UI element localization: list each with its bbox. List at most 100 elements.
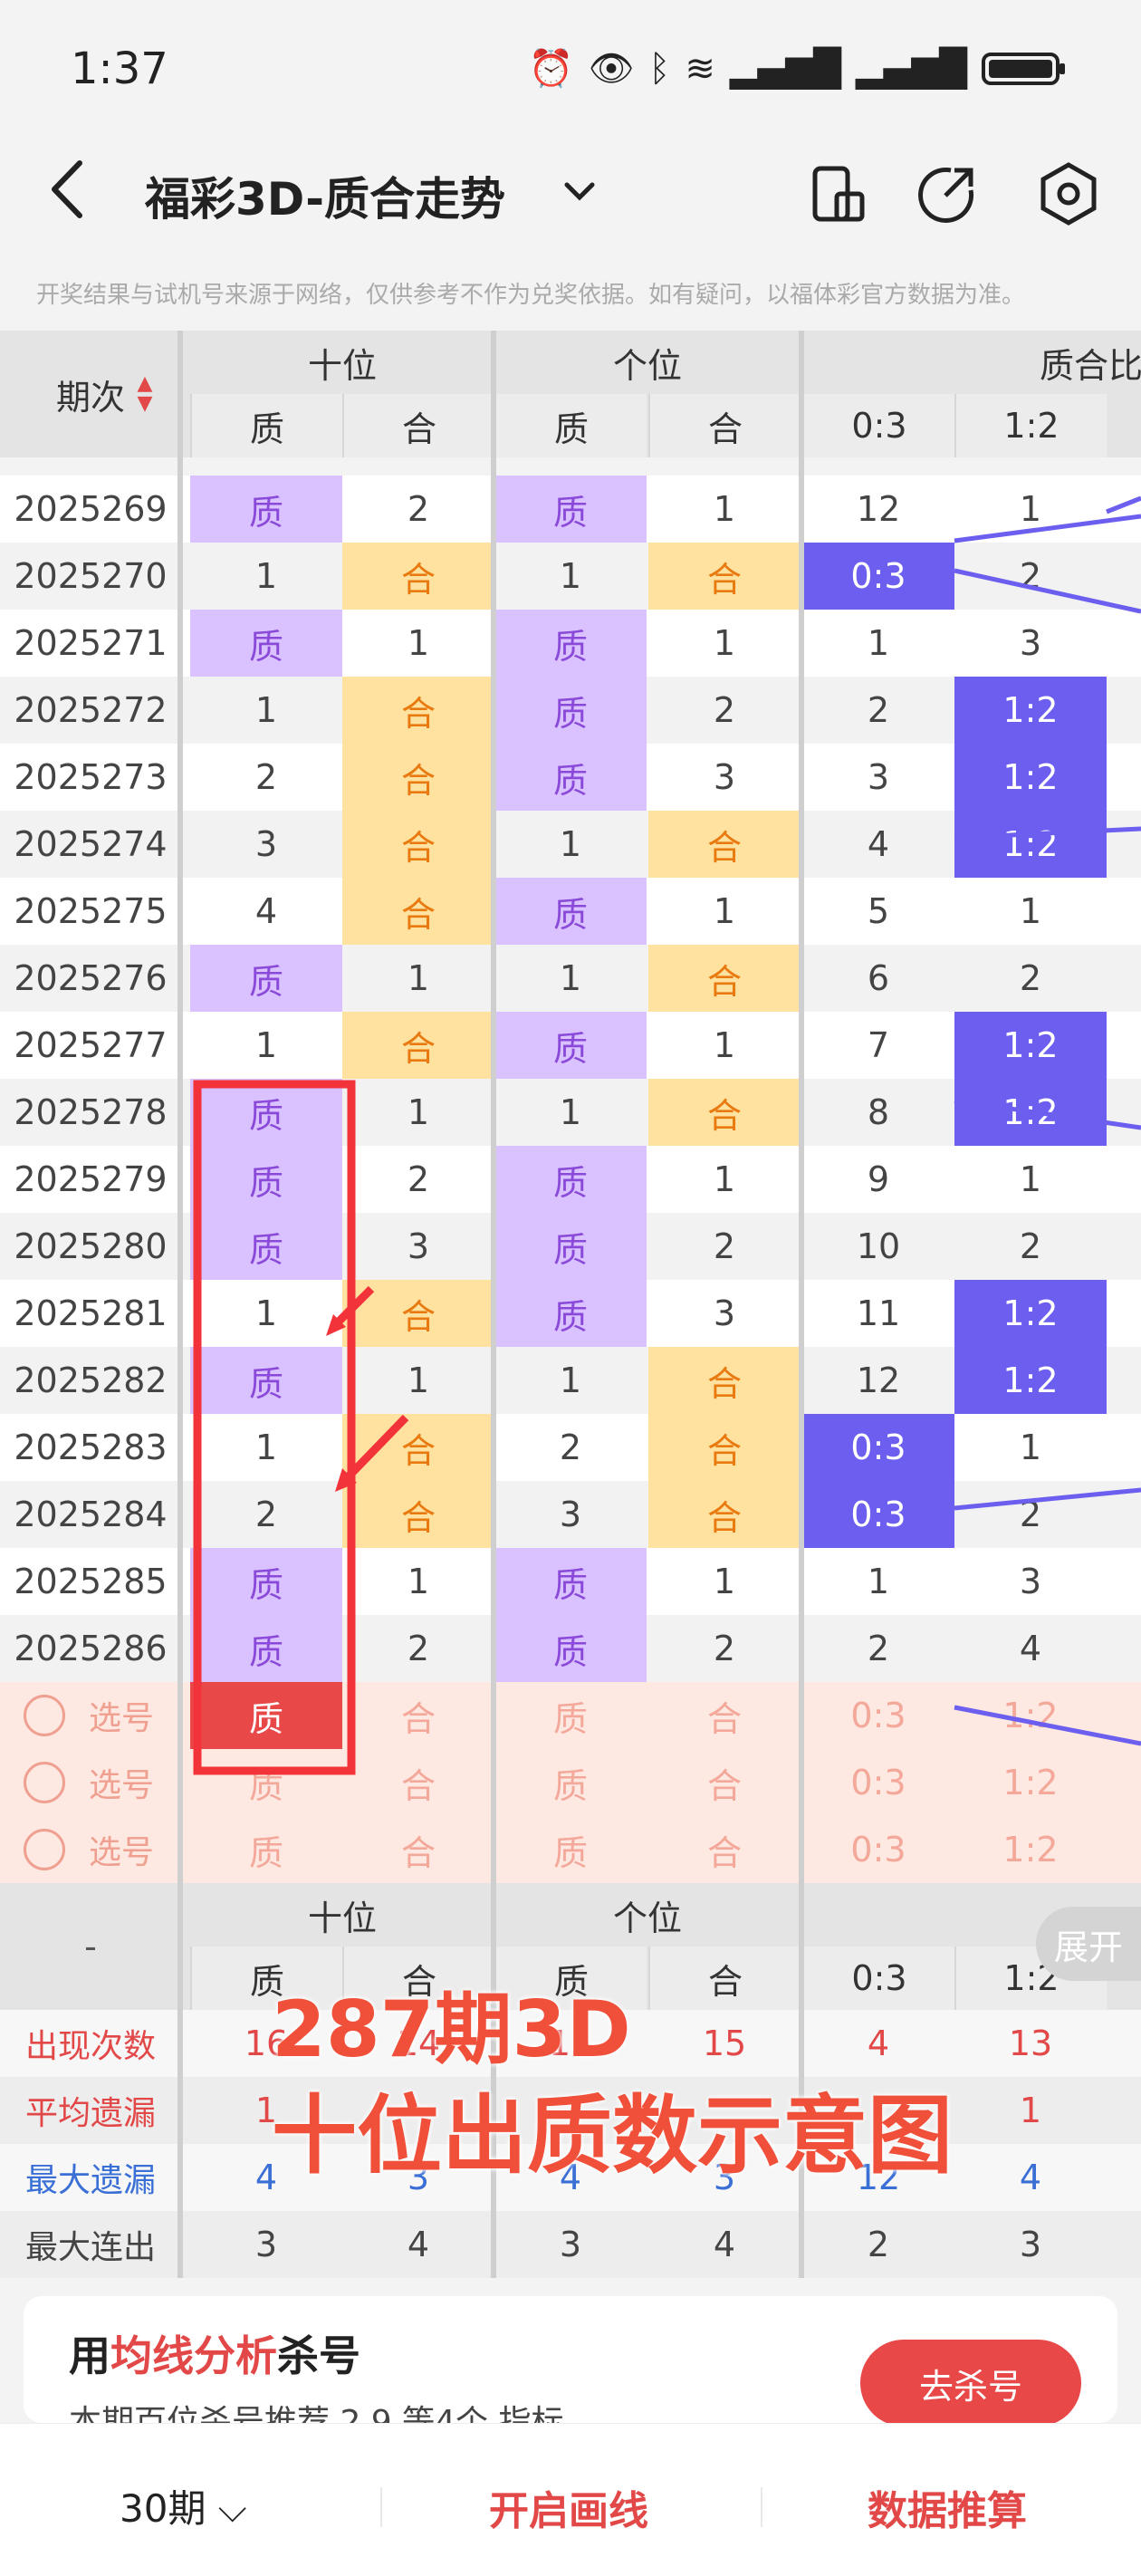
table-cell: 3	[407, 1226, 430, 1266]
pick-cell[interactable]: 1:2	[954, 1682, 1107, 1749]
table-cell: 2	[867, 1629, 890, 1668]
period-number: 2025273	[14, 757, 168, 797]
sort-icon[interactable]: ▲ ▼	[136, 374, 154, 414]
table-cell: 0:3	[802, 543, 954, 610]
table-cell: 2	[713, 1226, 736, 1266]
disclaimer-notice: 开奖结果与试机号来源于网络，仅供参考不作为兑奖依据。如有疑问，以福体彩官方数据为…	[36, 282, 1026, 309]
table-cell: 合	[648, 543, 801, 610]
data-calc-button[interactable]: 数据推算	[868, 2478, 1027, 2536]
table-cell: 质	[494, 1213, 647, 1280]
table-cell: 合	[648, 945, 801, 1012]
pick-cell[interactable]: 质	[494, 1749, 647, 1816]
pick-cell[interactable]: 合	[342, 1749, 494, 1816]
alarm-icon: ⏰	[528, 48, 574, 90]
back-icon[interactable]	[49, 158, 103, 230]
pick-cell[interactable]: 质	[190, 1682, 342, 1749]
pick-cell[interactable]: 质	[494, 1682, 647, 1749]
table-cell: 2	[254, 1495, 278, 1534]
period-number: 2025271	[14, 623, 168, 663]
overlay-caption-line2: 十位出质数示意图	[272, 2087, 954, 2186]
table-cell: 合	[342, 878, 494, 945]
table-cell: 合	[648, 1079, 801, 1146]
group-header: 十位	[307, 1898, 377, 1938]
expand-button[interactable]: 展开	[1036, 1907, 1141, 1981]
table-cell: 12	[856, 489, 901, 529]
stats-value: 4	[407, 2225, 430, 2264]
table-cell: 合	[342, 1012, 494, 1079]
period-number: 2025277	[14, 1025, 168, 1065]
pick-cell[interactable]: 0:3	[802, 1749, 954, 1816]
pick-cell[interactable]: 0:3	[802, 1816, 954, 1883]
kill-number-button[interactable]: 去杀号	[860, 2340, 1081, 2427]
table-cell: 1	[1019, 1159, 1042, 1199]
table-cell: 3	[1019, 1562, 1042, 1601]
table-cell: 1	[407, 1092, 430, 1132]
kill-number-card[interactable]: 用均线分析杀号 本期百位杀号推荐 2,9 等4个 指标 去杀号	[24, 2296, 1117, 2441]
period-number: 2025281	[14, 1293, 168, 1333]
table-cell: 1	[1019, 489, 1042, 529]
table-cell: 质	[190, 1079, 342, 1146]
table-cell: 1	[559, 958, 582, 998]
pick-cell[interactable]: 质	[190, 1749, 342, 1816]
table-cell: 3	[713, 757, 736, 797]
table-cell: 1	[254, 556, 278, 596]
table-cell: 合	[342, 1280, 494, 1347]
table-cell: 合	[342, 677, 494, 744]
table-cell: 3	[713, 1293, 736, 1333]
radio-circle-icon[interactable]	[24, 1829, 65, 1870]
table-cell: 2	[407, 489, 430, 529]
table-cell: 5	[867, 891, 890, 931]
table-cell: 4	[867, 824, 890, 864]
table-cell: 合	[648, 1414, 801, 1481]
table-cell: 2	[1019, 556, 1042, 596]
page-title[interactable]: 福彩3D-质合走势	[145, 163, 505, 228]
chevron-down-icon[interactable]	[561, 163, 598, 226]
settings-icon[interactable]	[1032, 158, 1105, 230]
footer-dash: -	[84, 1927, 97, 1966]
stats-value: 2	[867, 2225, 890, 2264]
table-cell: 1	[254, 1293, 278, 1333]
table-cell: 1	[407, 958, 430, 998]
stats-value: 1	[1019, 2091, 1042, 2130]
share-icon[interactable]	[911, 158, 983, 230]
table-cell: 1:2	[954, 1280, 1107, 1347]
table-cell: 1	[559, 824, 582, 864]
table-cell: 0:3	[802, 1481, 954, 1548]
table-cell: 10	[856, 1226, 901, 1266]
stats-value: 3	[1019, 2225, 1042, 2264]
pick-cell[interactable]: 质	[494, 1816, 647, 1883]
radio-circle-icon[interactable]	[24, 1762, 65, 1803]
table-cell: 1	[713, 1562, 736, 1601]
pick-cell[interactable]: 合	[648, 1682, 801, 1749]
screen: { "status":{"time":"1:37"}, "header":{"t…	[0, 0, 1141, 2576]
table-cell: 1	[254, 1025, 278, 1065]
pick-cell[interactable]: 1:2	[954, 1816, 1107, 1883]
phone-rotate-icon[interactable]	[801, 158, 873, 230]
table-cell: 合	[342, 744, 494, 811]
pick-cell[interactable]: 合	[342, 1682, 494, 1749]
draw-line-button[interactable]: 开启画线	[489, 2478, 648, 2536]
pick-cell[interactable]: 合	[648, 1816, 801, 1883]
pick-cell[interactable]: 0:3	[802, 1682, 954, 1749]
pick-cell[interactable]: 合	[342, 1816, 494, 1883]
clock: 1:37	[71, 43, 168, 94]
radio-circle-icon[interactable]	[24, 1695, 65, 1736]
column-subheader: 质	[494, 394, 647, 457]
overlay-caption-line1: 287期3D	[272, 1985, 631, 2075]
table-cell: 合	[648, 811, 801, 878]
pick-label[interactable]: 选号	[76, 1682, 167, 1749]
column-divider	[799, 331, 804, 2278]
period-number: 2025279	[14, 1159, 168, 1199]
bottom-toolbar: 30期 ⌵ 开启画线 数据推算	[0, 2423, 1141, 2576]
pick-cell[interactable]: 1:2	[954, 1749, 1107, 1816]
group-header: 个位	[612, 345, 682, 386]
pick-label[interactable]: 选号	[76, 1749, 167, 1816]
period-select[interactable]: 30期 ⌵	[120, 2478, 247, 2533]
table-cell: 1:2	[954, 1012, 1107, 1079]
period-number: 2025285	[14, 1562, 168, 1601]
period-number: 2025269	[14, 489, 168, 529]
pick-cell[interactable]: 合	[648, 1749, 801, 1816]
status-bar: 1:37 ⏰ 👁 ᛒ ≋ ▂▄▆█ ▂▄▆█	[0, 0, 1141, 136]
pick-cell[interactable]: 质	[190, 1816, 342, 1883]
pick-label[interactable]: 选号	[76, 1816, 167, 1883]
